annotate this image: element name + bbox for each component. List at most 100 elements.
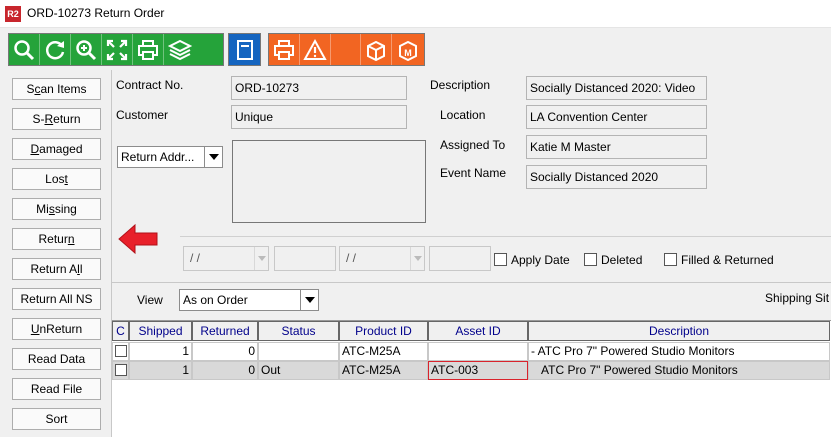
time-field-2[interactable] — [429, 246, 491, 271]
product-id-cell[interactable]: ATC-M25A — [339, 361, 428, 380]
stack-icon[interactable] — [164, 34, 195, 65]
returned-cell[interactable]: 0 — [192, 342, 258, 361]
button-label: R — [44, 112, 54, 126]
col-header-asset-id[interactable]: Asset ID — [428, 321, 528, 341]
separator — [112, 282, 831, 283]
row-check-cell[interactable] — [112, 342, 129, 361]
separator — [180, 236, 831, 237]
sort-button[interactable]: Sort — [12, 408, 101, 430]
event-field[interactable]: Socially Distanced 2020 — [526, 165, 707, 189]
col-header-product-id[interactable]: Product ID — [339, 321, 428, 341]
col-header-shipped[interactable]: Shipped — [129, 321, 192, 341]
button-label: Return A — [30, 262, 78, 276]
date-field-1[interactable]: / / — [183, 246, 269, 271]
box-m-icon[interactable]: M — [392, 34, 423, 65]
row-check-cell[interactable] — [112, 361, 129, 380]
date-value-1: / / — [190, 251, 201, 265]
address-box[interactable] — [232, 140, 426, 223]
print-icon[interactable] — [133, 34, 164, 65]
button-label: amaged — [39, 142, 83, 156]
button-label: nReturn — [39, 322, 83, 336]
row-checkbox[interactable] — [115, 364, 127, 376]
time-field-1[interactable] — [274, 246, 336, 271]
lost-button[interactable]: Lost — [12, 168, 101, 190]
button-label: sing — [54, 202, 77, 216]
description-cell[interactable]: - ATC Pro 7" Powered Studio Monitors — [528, 342, 830, 361]
chevron-down-icon[interactable] — [204, 147, 222, 167]
scan-items-button[interactable]: Scan Items — [12, 78, 101, 100]
fit-screen-icon[interactable] — [102, 34, 133, 65]
s-return-button[interactable]: S-Return — [12, 108, 101, 130]
col-header-description[interactable]: Description — [528, 321, 830, 341]
box-edit-icon[interactable] — [361, 34, 392, 65]
damaged-button[interactable]: Damaged — [12, 138, 101, 160]
read-data-button[interactable]: Read Data — [12, 348, 101, 370]
return-button[interactable]: Return — [12, 228, 101, 250]
contract-label: Contract No. — [116, 78, 184, 92]
button-label: Read Data — [27, 352, 86, 366]
date-field-2[interactable]: / / — [339, 246, 425, 271]
customer-field[interactable]: Unique — [231, 105, 407, 129]
asset-id-cell[interactable]: ATC-003 — [428, 361, 528, 380]
apply-date-label: Apply Date — [511, 253, 570, 267]
button-label: Return All NS — [20, 292, 93, 306]
view-combo[interactable]: As on Order — [179, 289, 319, 311]
customer-label: Customer — [116, 108, 169, 122]
contract-field[interactable]: ORD-10273 — [231, 76, 407, 100]
location-label: Location — [440, 108, 486, 122]
button-label: Mi — [36, 202, 49, 216]
window-title: ORD-10273 Return Order — [27, 6, 165, 20]
filled-returned-checkbox[interactable] — [664, 253, 677, 266]
col-header-c[interactable]: C — [112, 321, 129, 341]
zoom-in-icon[interactable] — [71, 34, 102, 65]
search-icon[interactable] — [9, 34, 40, 65]
location-field[interactable]: LA Convention Center — [526, 105, 707, 129]
asset-id-cell[interactable] — [428, 342, 528, 361]
button-label: Los — [45, 172, 65, 186]
product-id-cell[interactable]: ATC-M25A — [339, 342, 428, 361]
toolbar-group-book — [228, 33, 261, 66]
chevron-down-icon[interactable] — [300, 290, 318, 310]
button-label: Read File — [30, 382, 83, 396]
toolbar-group-actions: M — [268, 33, 425, 66]
read-file-button[interactable]: Read File — [12, 378, 101, 400]
shipped-cell[interactable]: 1 — [129, 361, 192, 380]
description-cell[interactable]: ATC Pro 7" Powered Studio Monitors — [528, 361, 830, 380]
toolbar: M — [0, 28, 831, 70]
svg-text:M: M — [404, 48, 412, 58]
apply-date-checkbox[interactable] — [494, 253, 507, 266]
button-label: S- — [32, 112, 45, 126]
shipping-site-label: Shipping Sit — [765, 291, 830, 305]
chevron-down-icon[interactable] — [410, 247, 424, 270]
refresh-icon[interactable] — [40, 34, 71, 65]
description-field[interactable]: Socially Distanced 2020: Video — [526, 76, 707, 100]
print-icon[interactable] — [269, 34, 300, 65]
shipped-cell[interactable]: 1 — [129, 342, 192, 361]
warning-icon[interactable] — [300, 34, 331, 65]
items-table: C Shipped Returned Status Product ID Ass… — [112, 320, 831, 437]
button-label: eturn — [53, 112, 81, 126]
status-cell[interactable]: Out — [258, 361, 339, 380]
col-header-returned[interactable]: Returned — [192, 321, 258, 341]
button-label: an Items — [40, 82, 87, 96]
address-combo[interactable]: Return Addr... — [117, 146, 223, 168]
view-label: View — [137, 293, 163, 307]
return-all-button[interactable]: Return All — [12, 258, 101, 280]
description-label: Description — [430, 78, 491, 92]
button-label: l — [79, 262, 83, 276]
returned-cell[interactable]: 0 — [192, 361, 258, 380]
button-label: n — [67, 232, 75, 246]
chevron-down-icon[interactable] — [254, 247, 268, 270]
return-all-ns-button[interactable]: Return All NS — [12, 288, 101, 310]
spacer-icon — [331, 34, 361, 65]
status-cell[interactable] — [258, 342, 339, 361]
missing-button[interactable]: Missing — [12, 198, 101, 220]
unreturn-button[interactable]: UnReturn — [12, 318, 101, 340]
address-combo-value: Return Addr... — [121, 150, 195, 164]
row-checkbox[interactable] — [115, 345, 127, 357]
col-header-status[interactable]: Status — [258, 321, 339, 341]
assigned-field[interactable]: Katie M Master — [526, 135, 707, 159]
book-icon[interactable] — [229, 34, 260, 65]
title-bar: R2 ORD-10273 Return Order — [0, 0, 831, 28]
deleted-checkbox[interactable] — [584, 253, 597, 266]
